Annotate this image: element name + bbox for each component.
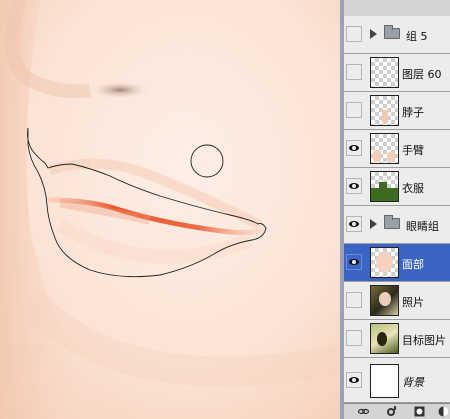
eye-icon [349, 377, 359, 383]
adjustment-icon[interactable] [438, 406, 449, 417]
layer-row-group-5[interactable]: 组 5 [344, 16, 450, 54]
layer-thumbnail [370, 364, 399, 398]
layers-panel-toolbar [344, 403, 450, 419]
mask-icon[interactable] [414, 406, 425, 417]
visibility-toggle[interactable] [346, 140, 362, 156]
layer-label: 衣服 [402, 182, 424, 195]
layer-thumbnail [370, 57, 399, 88]
fx-icon[interactable] [386, 406, 397, 417]
visibility-toggle[interactable] [346, 26, 362, 42]
layer-label: 组 5 [406, 30, 428, 43]
layer-row-background[interactable]: 背景 [344, 358, 450, 403]
visibility-toggle[interactable] [346, 178, 362, 194]
visibility-toggle[interactable] [346, 64, 362, 80]
layer-thumbnail [370, 95, 399, 126]
layer-row-eyes-group[interactable]: 眼睛组 [344, 206, 450, 244]
layer-thumbnail [370, 285, 399, 316]
layer-row-clothes[interactable]: 衣服 [344, 168, 450, 206]
layer-thumbnail [370, 247, 399, 278]
layer-label: 照片 [402, 296, 424, 309]
layer-thumbnail [370, 171, 399, 202]
expand-arrow-icon[interactable] [370, 219, 377, 229]
layer-label: 面部 [402, 258, 424, 271]
visibility-toggle[interactable] [346, 372, 362, 388]
face-artwork [0, 0, 340, 419]
visibility-toggle[interactable] [346, 102, 362, 118]
layer-row-neck[interactable]: 脖子 [344, 92, 450, 130]
folder-icon [384, 25, 400, 39]
visibility-toggle[interactable] [346, 216, 362, 232]
folder-icon [384, 215, 400, 229]
layer-row-arm[interactable]: 手臂 [344, 130, 450, 168]
layer-row-target-image[interactable]: 目标图片 [344, 320, 450, 358]
visibility-toggle[interactable] [346, 330, 362, 346]
layer-label: 背景 [402, 376, 424, 389]
visibility-toggle[interactable] [346, 254, 362, 270]
visibility-toggle[interactable] [346, 292, 362, 308]
layer-row-layer-60[interactable]: 图层 60 [344, 54, 450, 92]
layer-label: 目标图片 [402, 334, 446, 347]
eye-icon [349, 145, 359, 151]
layer-label: 脖子 [402, 106, 424, 119]
eye-icon [349, 221, 359, 227]
link-icon[interactable] [358, 406, 369, 417]
layer-thumbnail [370, 133, 399, 164]
document-canvas[interactable] [0, 0, 340, 419]
eye-icon [349, 183, 359, 189]
layer-label: 手臂 [402, 144, 424, 157]
layer-thumbnail [370, 323, 399, 354]
layer-row-photo[interactable]: 照片 [344, 282, 450, 320]
layer-label: 眼睛组 [406, 220, 439, 233]
layer-label: 图层 60 [402, 68, 442, 81]
eye-icon [349, 259, 359, 265]
layer-row-face[interactable]: 面部 [344, 244, 450, 282]
expand-arrow-icon[interactable] [370, 29, 377, 39]
